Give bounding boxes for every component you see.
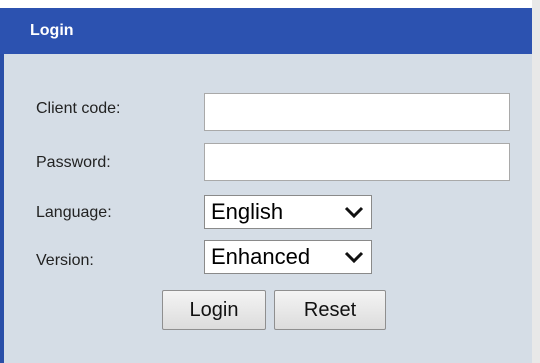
version-label: Version:	[36, 252, 94, 269]
password-label: Password:	[36, 154, 111, 171]
panel-title: Login	[30, 22, 74, 39]
client-code-label: Client code:	[36, 100, 121, 117]
language-select[interactable]: English	[204, 195, 372, 229]
reset-button[interactable]: Reset	[274, 290, 386, 330]
login-title-bar: Login	[0, 8, 532, 54]
version-select[interactable]: Enhanced	[204, 240, 372, 274]
chevron-down-icon	[344, 251, 364, 264]
login-window: Login Client code: Password: Language: E…	[0, 0, 540, 363]
version-select-value: Enhanced	[211, 244, 311, 269]
login-panel	[0, 8, 532, 363]
language-select-value: English	[211, 199, 284, 224]
password-input[interactable]	[204, 143, 510, 181]
login-button[interactable]: Login	[162, 290, 266, 330]
client-code-input[interactable]	[204, 93, 510, 131]
chevron-down-icon	[344, 206, 364, 219]
language-label: Language:	[36, 204, 112, 221]
